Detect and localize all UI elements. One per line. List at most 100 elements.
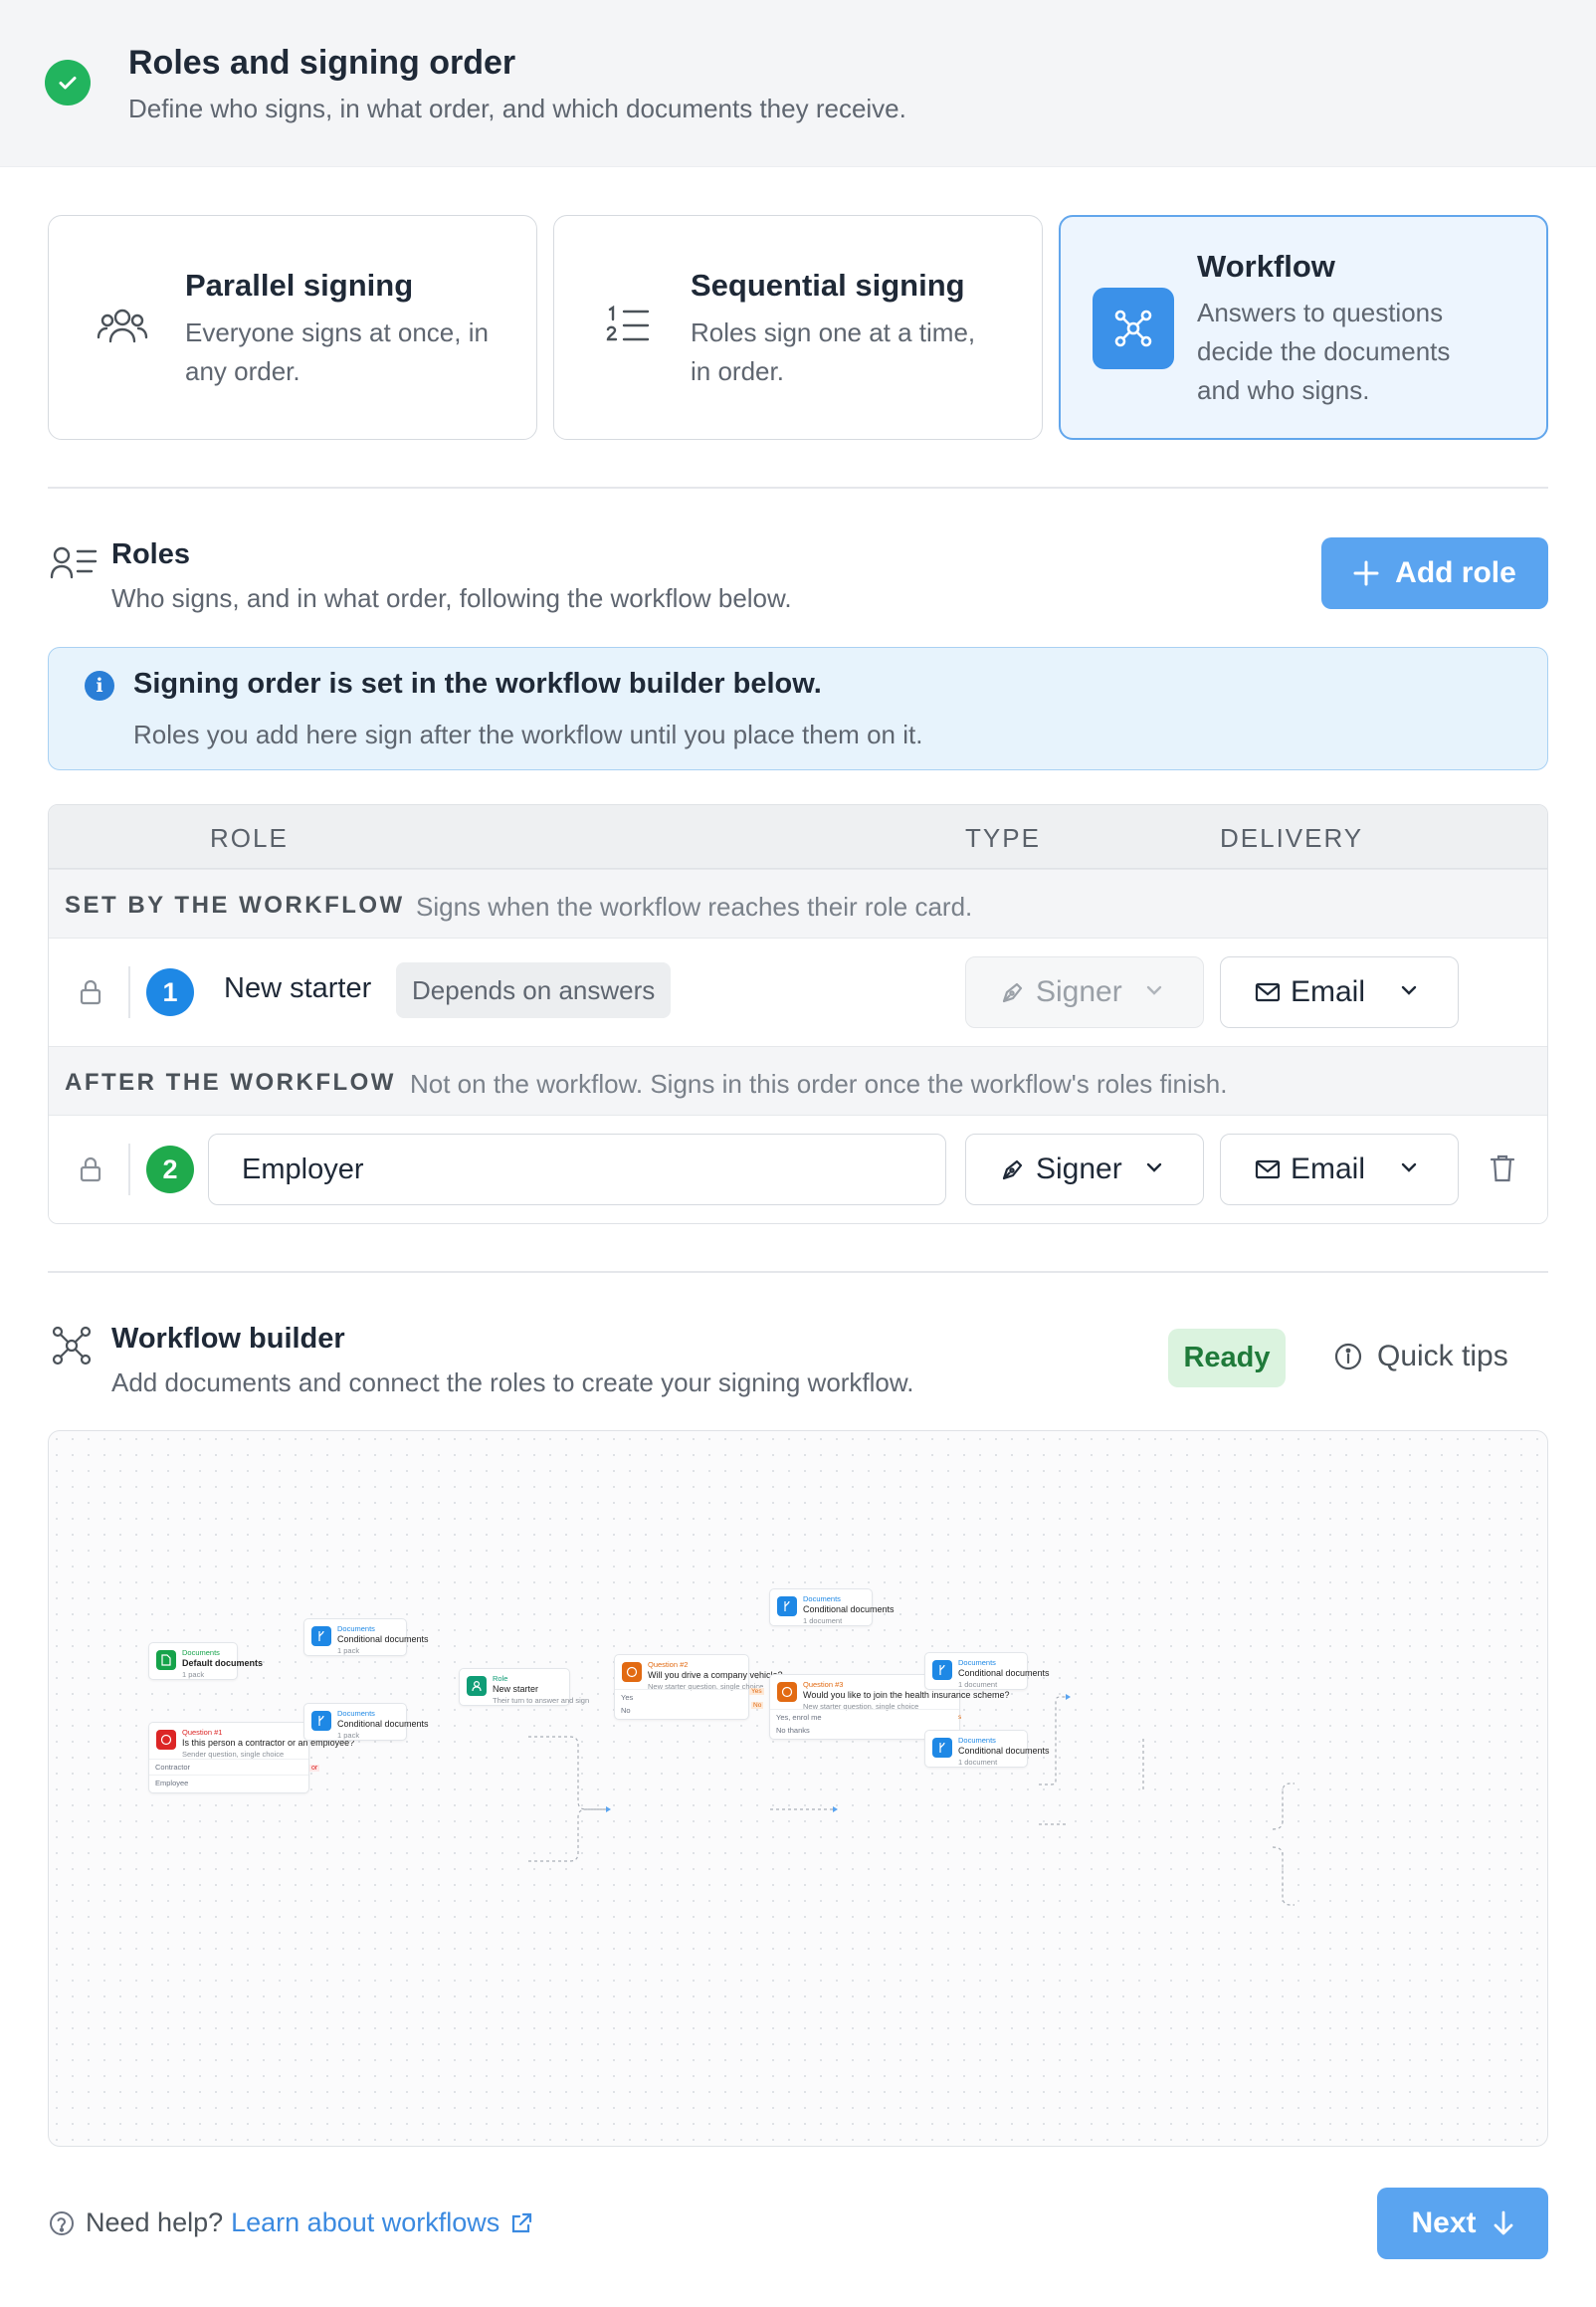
column-header-type: TYPE xyxy=(965,823,1041,853)
next-label: Next xyxy=(1411,2206,1477,2239)
mode-desc-line: Roles sign one at a time, xyxy=(691,317,976,347)
builder-title: Workflow builder xyxy=(111,1323,345,1355)
node-conditional-documents[interactable]: Documents Conditional documents 1 pack xyxy=(303,1618,429,1656)
edge-label: Yes xyxy=(749,1688,764,1695)
mode-card-parallel[interactable]: Parallel signing Everyone signs at once,… xyxy=(48,215,537,440)
lock-icon[interactable] xyxy=(79,1155,102,1188)
node-role-new-starter[interactable]: Role New starter Their turn to answer an… xyxy=(459,1668,589,1706)
question-icon xyxy=(777,1682,797,1702)
node-conditional-documents[interactable]: Documents Conditional documents 1 docume… xyxy=(924,1652,1050,1690)
option-row[interactable]: Contractor xyxy=(149,1759,308,1775)
node-conditional-documents[interactable]: Documents Conditional documents 1 docume… xyxy=(769,1588,895,1626)
node-question-1[interactable]: Question #1 Is this person a contractor … xyxy=(148,1722,354,1793)
workflow-order-notice: i Signing order is set in the workflow b… xyxy=(48,647,1548,770)
branch-icon xyxy=(777,1596,797,1616)
workflow-builder-icon xyxy=(50,1324,94,1372)
chevron-down-icon xyxy=(1398,979,1420,1001)
check-circle-icon xyxy=(45,60,91,105)
column-header-delivery: DELIVERY xyxy=(1220,823,1364,853)
edge-label: No xyxy=(751,1702,764,1709)
node-name: Conditional documents xyxy=(337,1634,429,1644)
group-description: Signs when the workflow reaches their ro… xyxy=(416,892,973,922)
node-question-2[interactable]: Question #2 Will you drive a company veh… xyxy=(614,1654,783,1720)
divider xyxy=(48,487,1548,489)
node-name: Conditional documents xyxy=(958,1746,1050,1756)
node-sub: 1 pack xyxy=(182,1670,205,1679)
builder-subtitle: Add documents and connect the roles to c… xyxy=(111,1367,914,1397)
chevron-down-icon xyxy=(1398,1156,1420,1178)
option-row[interactable]: Employee xyxy=(149,1775,308,1790)
mode-card-sequential[interactable]: Sequential signing Roles sign one at a t… xyxy=(553,215,1043,440)
node-type: Documents xyxy=(337,1709,375,1718)
notice-title: Signing order is set in the workflow bui… xyxy=(133,668,822,700)
add-role-button[interactable]: Add role xyxy=(1321,537,1548,609)
roles-title: Roles xyxy=(111,538,190,570)
type-value: Signer xyxy=(1036,1153,1122,1185)
type-value: Signer xyxy=(1036,975,1122,1008)
node-type: Documents xyxy=(958,1658,996,1667)
lock-icon xyxy=(79,978,102,1011)
node-default-documents[interactable]: Documents Default documents 1 pack xyxy=(148,1642,263,1680)
page-subtitle: Define who signs, in what order, and whi… xyxy=(128,94,906,123)
node-conditional-documents[interactable]: Documents Conditional documents 1 pack xyxy=(303,1703,429,1741)
chevron-down-icon xyxy=(1143,1156,1165,1178)
role-name-input[interactable]: Employer xyxy=(208,1134,946,1205)
group-set-by-workflow: SET BY THE WORKFLOW Signs when the workf… xyxy=(49,869,1547,939)
workflow-icon xyxy=(1093,288,1174,369)
node-name: New starter xyxy=(493,1684,539,1694)
quick-tips-button[interactable]: Quick tips xyxy=(1333,1340,1508,1373)
node-type: Question #2 xyxy=(648,1660,689,1669)
branch-icon xyxy=(311,1711,331,1731)
users-icon xyxy=(97,304,148,352)
group-description: Not on the workflow. Signs in this order… xyxy=(410,1069,1228,1099)
node-name: Will you drive a company vehicle? xyxy=(648,1670,783,1680)
next-button[interactable]: Next xyxy=(1377,2188,1548,2259)
question-icon xyxy=(622,1662,642,1682)
option-row[interactable]: No xyxy=(615,1703,748,1719)
node-name: Conditional documents xyxy=(958,1668,1050,1678)
external-link-icon[interactable] xyxy=(509,2211,533,2235)
mail-icon xyxy=(1255,981,1281,1003)
info-icon: i xyxy=(85,671,114,701)
order-number-badge: 2 xyxy=(146,1146,194,1193)
roles-list-icon xyxy=(50,545,98,584)
divider xyxy=(48,1271,1548,1273)
edge-label: or xyxy=(309,1765,320,1772)
learn-workflows-link[interactable]: Learn about workflows xyxy=(231,2207,499,2238)
depends-chip: Depends on answers xyxy=(396,962,672,1018)
mode-desc-line: Answers to questions xyxy=(1197,298,1444,327)
plus-icon xyxy=(1353,560,1379,586)
node-type: Documents xyxy=(803,1594,841,1603)
type-select[interactable]: Signer xyxy=(965,1134,1204,1205)
mode-desc-line: and who signs. xyxy=(1197,375,1370,405)
node-type: Documents xyxy=(182,1648,220,1657)
node-sub: Sender question, single choice xyxy=(182,1750,285,1759)
mode-desc-line: Everyone signs at once, in xyxy=(185,317,489,347)
group-label: AFTER THE WORKFLOW xyxy=(65,1069,396,1096)
user-icon xyxy=(467,1676,487,1696)
node-type: Documents xyxy=(337,1624,375,1633)
delivery-value: Email xyxy=(1291,975,1366,1008)
node-name: Conditional documents xyxy=(803,1604,895,1614)
group-label: SET BY THE WORKFLOW xyxy=(65,892,405,919)
branch-icon xyxy=(311,1626,331,1646)
trash-icon[interactable] xyxy=(1490,1154,1515,1188)
pen-icon xyxy=(1000,1156,1026,1182)
page-title: Roles and signing order xyxy=(128,44,516,82)
node-type: Question #3 xyxy=(803,1680,844,1689)
add-role-label: Add role xyxy=(1395,556,1516,589)
delivery-select[interactable]: Email xyxy=(1220,956,1459,1028)
branch-icon xyxy=(932,1660,952,1680)
mode-card-workflow[interactable]: Workflow Answers to questions decide the… xyxy=(1059,215,1548,440)
roles-table: ROLE TYPE DELIVERY SET BY THE WORKFLOW S… xyxy=(48,804,1548,1224)
edge-label: s xyxy=(958,1714,962,1721)
quick-tips-label: Quick tips xyxy=(1377,1340,1508,1372)
roles-signing-page: Roles and signing order Define who signs… xyxy=(0,0,1596,2307)
node-conditional-documents[interactable]: Documents Conditional documents 1 docume… xyxy=(924,1730,1050,1768)
node-type: Role xyxy=(493,1674,508,1683)
workflow-canvas[interactable]: Documents Default documents 1 pack Quest… xyxy=(48,1430,1548,2147)
mode-desc-line: decide the documents xyxy=(1197,336,1451,366)
type-select: Signer xyxy=(965,956,1204,1028)
node-name: Would you like to join the health insura… xyxy=(803,1690,1010,1700)
delivery-select[interactable]: Email xyxy=(1220,1134,1459,1205)
